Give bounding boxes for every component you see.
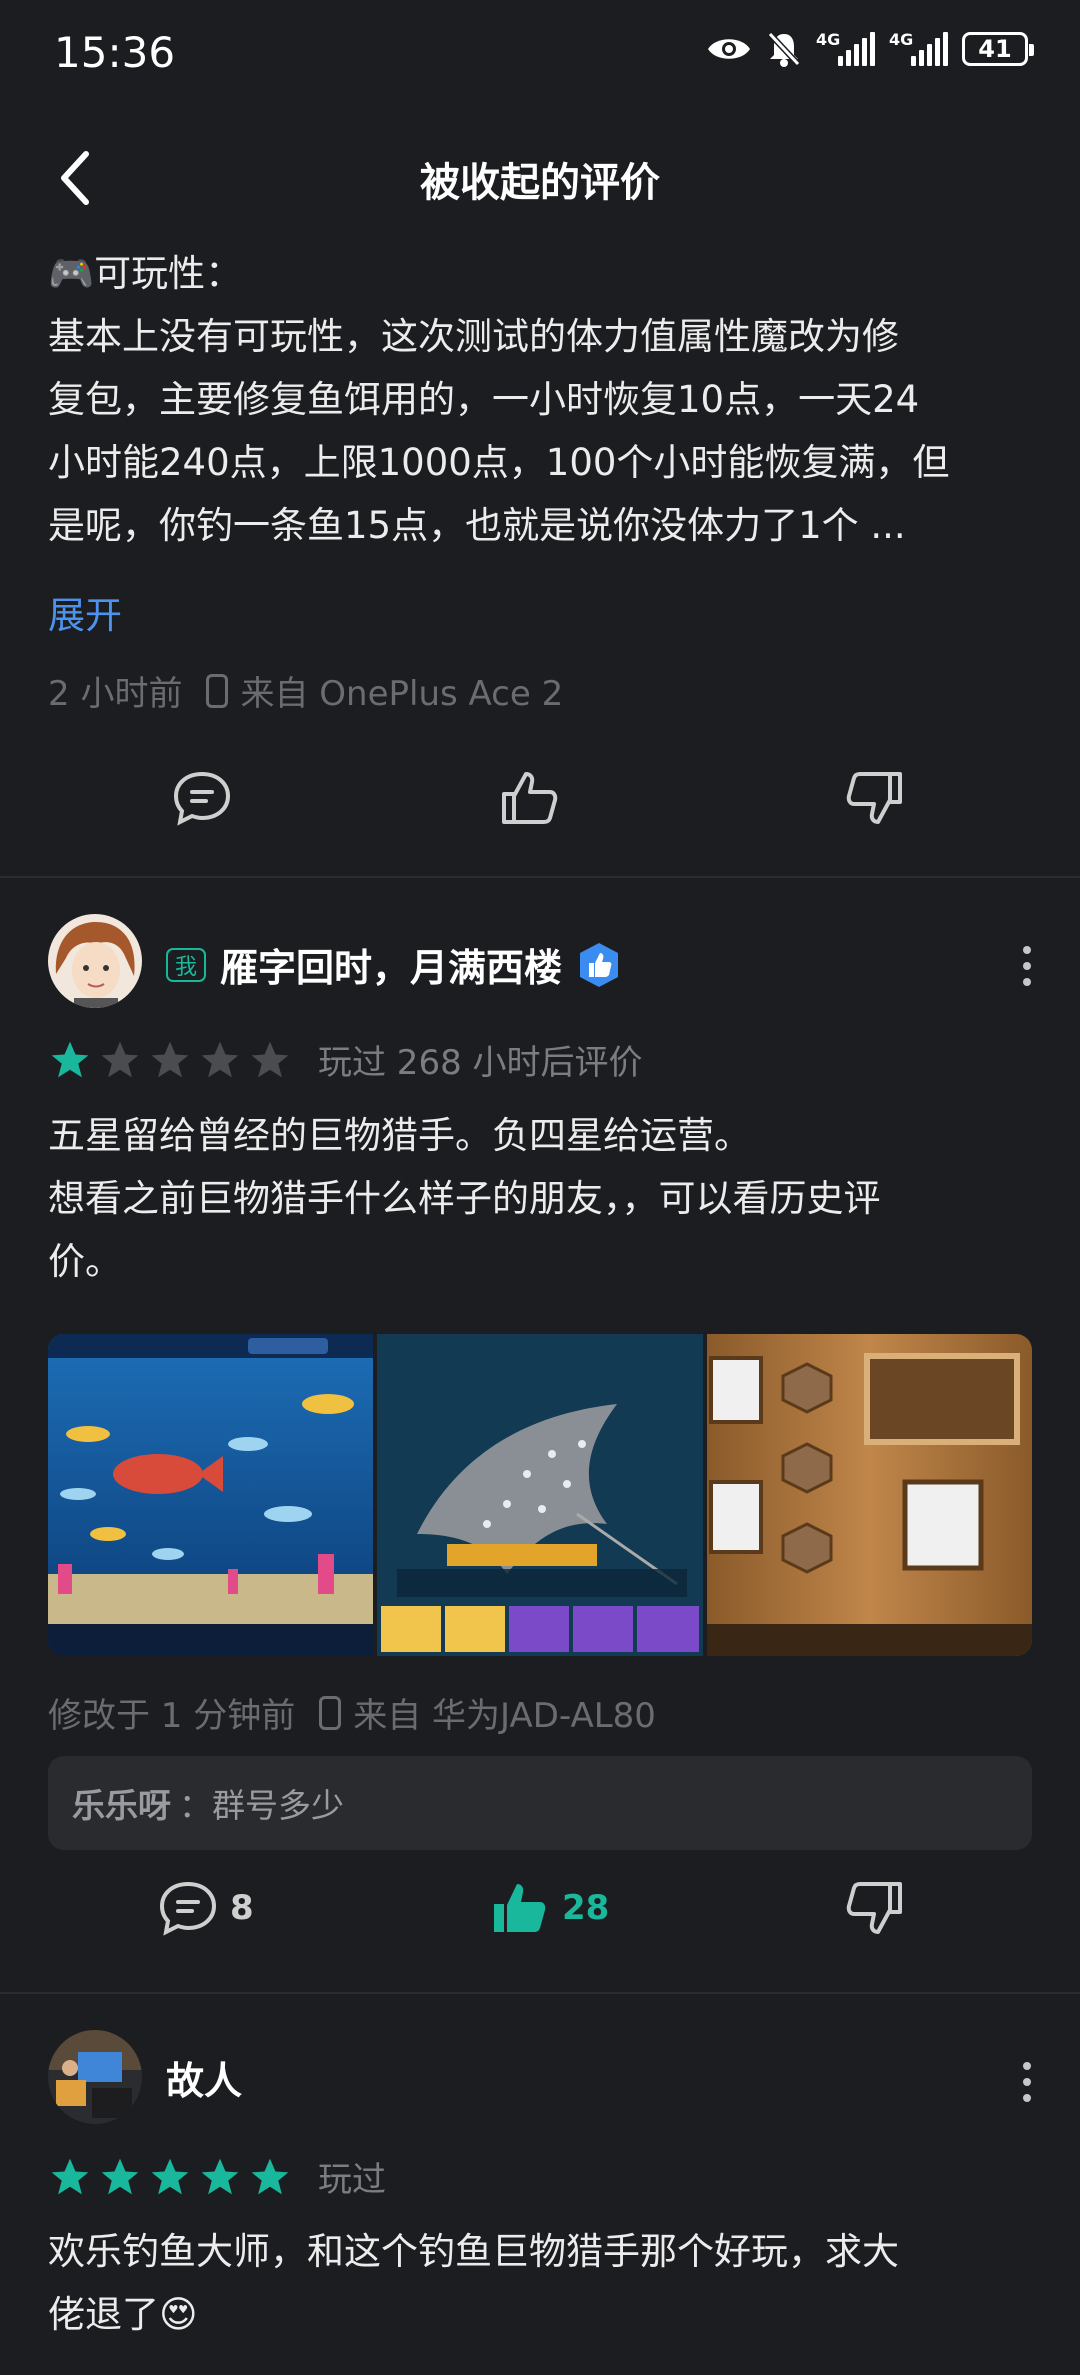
stingray-screenshot[interactable] bbox=[377, 1334, 703, 1656]
mute-bell-icon bbox=[767, 31, 801, 67]
review-device: 来自 OnePlus Ace 2 bbox=[240, 674, 564, 714]
comment-count: 8 bbox=[230, 1888, 254, 1928]
battery-icon: 41 bbox=[962, 32, 1034, 66]
divider bbox=[0, 1992, 1080, 1994]
me-badge: 我 bbox=[166, 947, 206, 982]
eye-icon bbox=[708, 39, 750, 59]
review-2-header: 故人 bbox=[166, 2050, 242, 2105]
signal-2-icon: 4G bbox=[889, 32, 948, 66]
username[interactable]: 故人 bbox=[166, 2050, 242, 2105]
like-count: 28 bbox=[562, 1888, 610, 1928]
review-line: 基本上没有可玩性，这次测试的体力值属性魔改为修 bbox=[48, 315, 899, 358]
review-line: 五星留给曾经的巨物猎手。负四星给运营。 bbox=[48, 1114, 751, 1157]
review-1-header: 我 雁字回时，月满西楼 bbox=[166, 937, 622, 992]
review-line: 小时能240点，上限1000点，100个小时能恢复满，但 bbox=[48, 441, 950, 484]
page-title: 被收起的评价 bbox=[420, 160, 660, 206]
star-filled-icon bbox=[201, 2158, 239, 2194]
star-filled-icon bbox=[51, 2158, 89, 2194]
reply-author: 乐乐呀 bbox=[72, 1786, 171, 1825]
review-1-actions: 8 28 bbox=[0, 1878, 1080, 1968]
reply-text: 群号多少 bbox=[212, 1786, 344, 1825]
username[interactable]: 雁字回时，月满西楼 bbox=[220, 937, 562, 992]
review-partial-meta: 2 小时前 来自 OnePlus Ace 2 bbox=[48, 666, 563, 715]
status-icons: 4G 4G 41 bbox=[706, 30, 1034, 68]
divider bbox=[0, 876, 1080, 878]
review-partial-text: 🎮可玩性： 基本上没有可玩性，这次测试的体力值属性魔改为修 复包，主要修复鱼饵用… bbox=[0, 242, 1080, 557]
reply-preview[interactable]: 乐乐呀 ： 群号多少 bbox=[48, 1756, 1032, 1850]
review-time: 修改于 1 分钟前 bbox=[48, 1696, 296, 1736]
dislike-button[interactable] bbox=[842, 768, 906, 828]
comment-icon bbox=[159, 1881, 217, 1936]
star-empty-icon bbox=[151, 1041, 189, 1077]
review-1-body: 五星留给曾经的巨物猎手。负四星给运营。 想看之前巨物猎手什么样子的朋友，，可以看… bbox=[0, 1104, 1080, 1293]
review-line: 价。 bbox=[48, 1240, 122, 1283]
review-line: 欢乐钓鱼大师，和这个钓鱼巨物猎手那个好玩，求大 bbox=[48, 2230, 899, 2273]
avatar[interactable] bbox=[48, 2030, 142, 2124]
dislike-button[interactable] bbox=[842, 1878, 906, 1938]
phone-icon bbox=[319, 1695, 342, 1730]
thumbs-up-filled-icon bbox=[494, 1884, 546, 1932]
aquarium-screenshot[interactable] bbox=[48, 1334, 374, 1656]
played-hours: 玩过 268 小时后评价 bbox=[318, 1043, 643, 1083]
like-button[interactable]: 28 bbox=[488, 1878, 609, 1938]
review-device: 来自 华为JAD-AL80 bbox=[353, 1696, 656, 1736]
review-partial: 🎮可玩性： 基本上没有可玩性，这次测试的体力值属性魔改为修 复包，主要修复鱼饵用… bbox=[0, 242, 1080, 557]
star-filled-icon bbox=[101, 2158, 139, 2194]
review-line: 佬退了😍 bbox=[48, 2293, 198, 2336]
review-time: 2 小时前 bbox=[48, 674, 183, 714]
star-filled-icon bbox=[251, 2158, 289, 2194]
verified-badge-icon bbox=[580, 942, 619, 987]
trophy-wall-screenshot[interactable] bbox=[706, 1334, 1032, 1656]
more-options-icon[interactable] bbox=[1022, 946, 1032, 986]
comment-button[interactable]: 8 bbox=[156, 1878, 254, 1938]
review-1-meta: 修改于 1 分钟前 来自 华为JAD-AL80 bbox=[48, 1688, 656, 1737]
star-filled-icon bbox=[51, 1041, 89, 1077]
status-bar: 15:36 4G 4G 41 bbox=[0, 0, 1080, 110]
played-hours: 玩过 bbox=[318, 2160, 386, 2200]
thumbs-up-icon bbox=[502, 772, 558, 824]
like-button[interactable] bbox=[498, 768, 562, 828]
rating-row: 玩过 268 小时后评价 bbox=[48, 1035, 643, 1084]
signal-1-icon: 4G bbox=[816, 32, 875, 66]
star-empty-icon bbox=[251, 1041, 289, 1077]
thumbs-down-icon bbox=[846, 772, 902, 824]
phone-icon bbox=[206, 673, 229, 708]
thumbs-down-icon bbox=[846, 1882, 902, 1934]
star-empty-icon bbox=[101, 1041, 139, 1077]
review-line: 是呢，你钓一条鱼15点，也就是说你没体力了1个 ... bbox=[48, 504, 906, 547]
reply-separator: ： bbox=[179, 1786, 212, 1825]
status-time: 15:36 bbox=[54, 28, 176, 77]
expand-link[interactable]: 展开 bbox=[48, 585, 122, 639]
avatar[interactable] bbox=[48, 914, 142, 1008]
rating-row: 玩过 bbox=[48, 2152, 386, 2201]
star-filled-icon bbox=[151, 2158, 189, 2194]
review-images bbox=[48, 1334, 1032, 1656]
review-2-body: 欢乐钓鱼大师，和这个钓鱼巨物猎手那个好玩，求大 佬退了😍 bbox=[0, 2220, 1080, 2346]
more-options-icon[interactable] bbox=[1022, 2062, 1032, 2102]
review-partial-actions bbox=[0, 768, 1080, 858]
star-empty-icon bbox=[201, 1041, 239, 1077]
page-header: 被收起的评价 bbox=[0, 110, 1080, 240]
review-line: 想看之前巨物猎手什么样子的朋友，，可以看历史评 bbox=[48, 1177, 881, 1220]
comment-icon bbox=[173, 771, 231, 826]
comment-button[interactable] bbox=[170, 768, 234, 828]
review-line: 🎮可玩性： bbox=[48, 252, 243, 295]
review-line: 复包，主要修复鱼饵用的，一小时恢复10点，一天24 bbox=[48, 378, 920, 421]
